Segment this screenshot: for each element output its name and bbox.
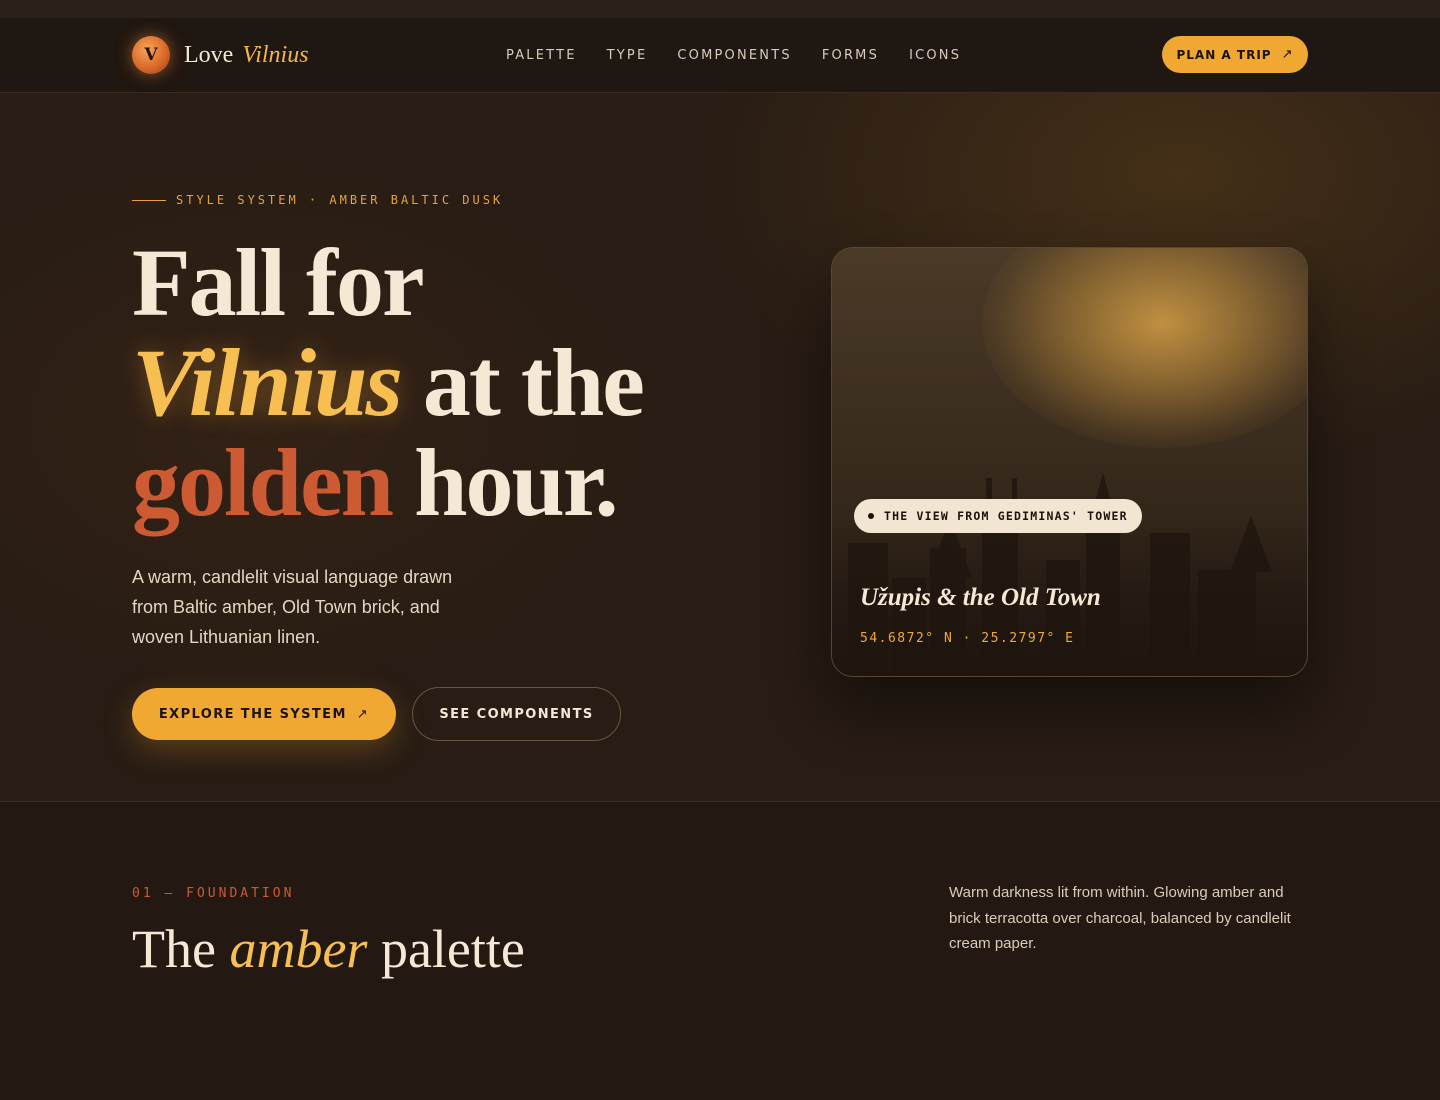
brand-word: Love <box>184 41 234 68</box>
title-suffix: palette <box>380 919 525 979</box>
view-tag-label: THE VIEW FROM GEDIMINAS' TOWER <box>884 509 1128 523</box>
hero-eyebrow: STYLE SYSTEM · AMBER BALTIC DUSK <box>132 193 503 207</box>
nav-link-type[interactable]: TYPE <box>607 48 648 63</box>
explore-system-button[interactable]: EXPLORE THE SYSTEM ↗ <box>132 688 396 740</box>
headline-line-2: Vilnius at the <box>132 333 772 433</box>
brand-accent: Vilnius <box>242 41 309 68</box>
see-components-label: SEE COMPONENTS <box>439 706 594 722</box>
headline-line-1: Fall for <box>132 229 425 336</box>
tag-dot-icon <box>868 513 874 519</box>
nav-link-components[interactable]: COMPONENTS <box>677 48 791 63</box>
see-components-button[interactable]: SEE COMPONENTS <box>412 687 621 741</box>
plan-trip-button[interactable]: PLAN A TRIP ↗ <box>1162 36 1308 73</box>
view-tag-badge: THE VIEW FROM GEDIMINAS' TOWER <box>854 499 1142 533</box>
hero-photo-card: THE VIEW FROM GEDIMINAS' TOWER Užupis & … <box>831 247 1308 677</box>
eyebrow-text: STYLE SYSTEM · AMBER BALTIC DUSK <box>176 193 504 207</box>
card-title: Užupis & the Old Town <box>860 584 1101 611</box>
foundation-eyebrow: 01 — FOUNDATION <box>132 886 295 901</box>
hero-description: A warm, candlelit visual language drawn … <box>132 567 453 647</box>
brand-logo[interactable]: V Love Vilnius <box>132 35 309 75</box>
headline-accent-golden: golden <box>132 429 394 536</box>
headline-hour: hour. <box>414 429 619 536</box>
arrow-up-right-icon: ↗ <box>1281 47 1294 62</box>
arrow-up-right-icon: ↗ <box>356 706 370 722</box>
headline-at-the: at the <box>422 329 645 436</box>
hero-section: STYLE SYSTEM · AMBER BALTIC DUSK Fall fo… <box>0 93 1440 802</box>
palette-section-description: Warm darkness lit from within. Glowing a… <box>949 884 1291 952</box>
nav-links: PALETTE TYPE COMPONENTS FORMS ICONS <box>506 48 991 63</box>
top-strip <box>0 0 1440 18</box>
card-coordinates: 54.6872° N · 25.2797° E <box>860 631 1075 646</box>
brand-mark-icon: V <box>132 36 170 74</box>
title-accent-amber: amber <box>229 919 368 979</box>
headline-accent-vilnius: Vilnius <box>132 329 403 436</box>
top-navigation: V Love Vilnius PALETTE TYPE COMPONENTS F… <box>0 18 1440 93</box>
explore-system-label: EXPLORE THE SYSTEM <box>158 706 347 722</box>
nav-link-icons[interactable]: ICONS <box>909 48 961 63</box>
headline-line-3: golden hour. <box>132 433 772 533</box>
nav-link-forms[interactable]: FORMS <box>822 48 879 63</box>
hero-headline: Fall for Vilnius at the golden hour. <box>132 233 772 533</box>
title-prefix: The <box>132 919 216 979</box>
palette-section-title: The amber palette <box>132 918 525 980</box>
nav-link-palette[interactable]: PALETTE <box>506 48 577 63</box>
plan-trip-label: PLAN A TRIP <box>1176 47 1272 62</box>
eyebrow-rule <box>132 199 166 201</box>
